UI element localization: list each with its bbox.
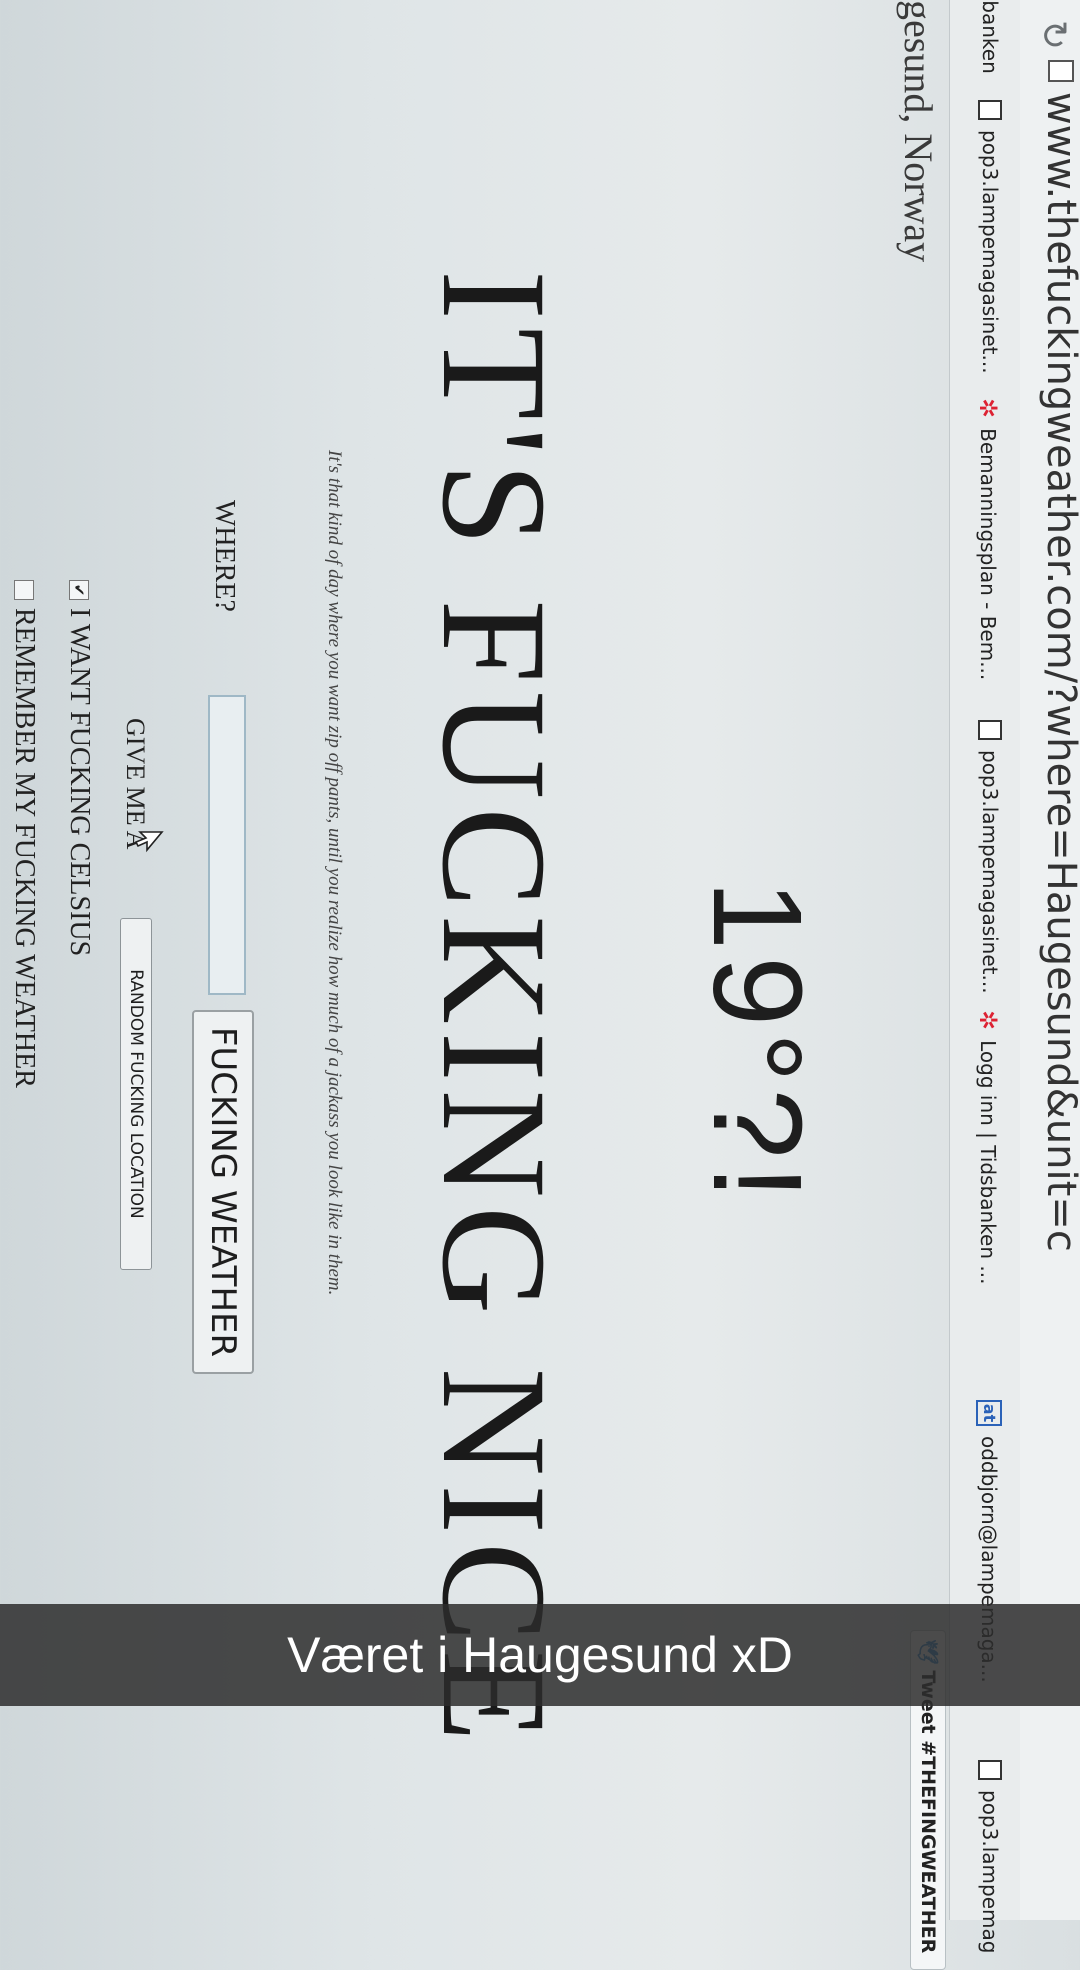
at-icon: at — [976, 1400, 1002, 1426]
bookmark-pop3-2[interactable]: pop3.lampemagasinet... — [978, 720, 1002, 994]
reload-icon[interactable]: ↻ — [1033, 20, 1074, 50]
bookmark-logg-inn[interactable]: ✲ Logg inn | Tidsbanken ... — [974, 1010, 1002, 1284]
remember-option[interactable]: REMEMBER MY FUCKING WEATHER — [8, 580, 40, 1088]
tweet-label: Tweet #THEFINGWEATHER — [917, 1670, 939, 1954]
page-icon — [1048, 60, 1074, 82]
bookmark-label: Logg inn | Tidsbanken ... — [976, 1040, 1000, 1285]
bookmark-label: pop3.lampemag — [978, 1790, 1002, 1954]
headline: IT'S FUCKING NICE — [411, 270, 577, 1750]
celsius-label: I WANT FUCKING CELSIUS — [64, 608, 95, 957]
mouse-cursor-icon — [134, 831, 164, 853]
page-icon — [978, 1760, 1002, 1780]
bookmark-label: pop3.lampemagasinet... — [978, 750, 1002, 994]
bookmark-pop3-1[interactable]: pop3.lampemagasinet... — [978, 100, 1002, 374]
bookmark-pop3-3[interactable]: pop3.lampemag — [978, 1760, 1002, 1953]
bookmark-label: pop3.lampemagasinet... — [978, 130, 1002, 374]
bookmark-bemanningsplan[interactable]: ✲ Bemanningsplan - Bem... — [974, 398, 1002, 680]
snap-caption: Været i Haugesund xD — [0, 1604, 1080, 1706]
star-logo-icon: ✲ — [974, 398, 1002, 419]
celsius-checkbox[interactable]: ✔ — [69, 580, 89, 600]
page-icon — [978, 720, 1002, 740]
where-input[interactable] — [208, 695, 246, 995]
celsius-option[interactable]: ✔ I WANT FUCKING CELSIUS — [63, 580, 95, 956]
remember-checkbox[interactable] — [14, 580, 34, 600]
page-icon — [978, 100, 1002, 120]
temperature: 19°?! — [687, 880, 828, 1206]
url-text[interactable]: www.thefuckingweather.com/?where=Haugesu… — [1038, 92, 1080, 1252]
random-location-button[interactable]: RANDOM FUCKING LOCATION — [120, 918, 152, 1270]
bookmark-label: Bemanningsplan - Bem... — [976, 428, 1000, 681]
fucking-weather-button[interactable]: FUCKING WEATHER — [192, 1010, 254, 1374]
where-label: WHERE? — [209, 500, 240, 612]
bookmark-label: Tidsbanken — [978, 0, 1002, 74]
flavor-text: It's that kind of day where you want zip… — [324, 450, 345, 1296]
star-logo-icon: ✲ — [974, 1010, 1002, 1031]
bookmark-tidsbanken[interactable]: Tidsbanken — [978, 0, 1002, 74]
remember-label: REMEMBER MY FUCKING WEATHER — [9, 608, 40, 1088]
location-name: ugesund, Norway — [896, 0, 941, 263]
